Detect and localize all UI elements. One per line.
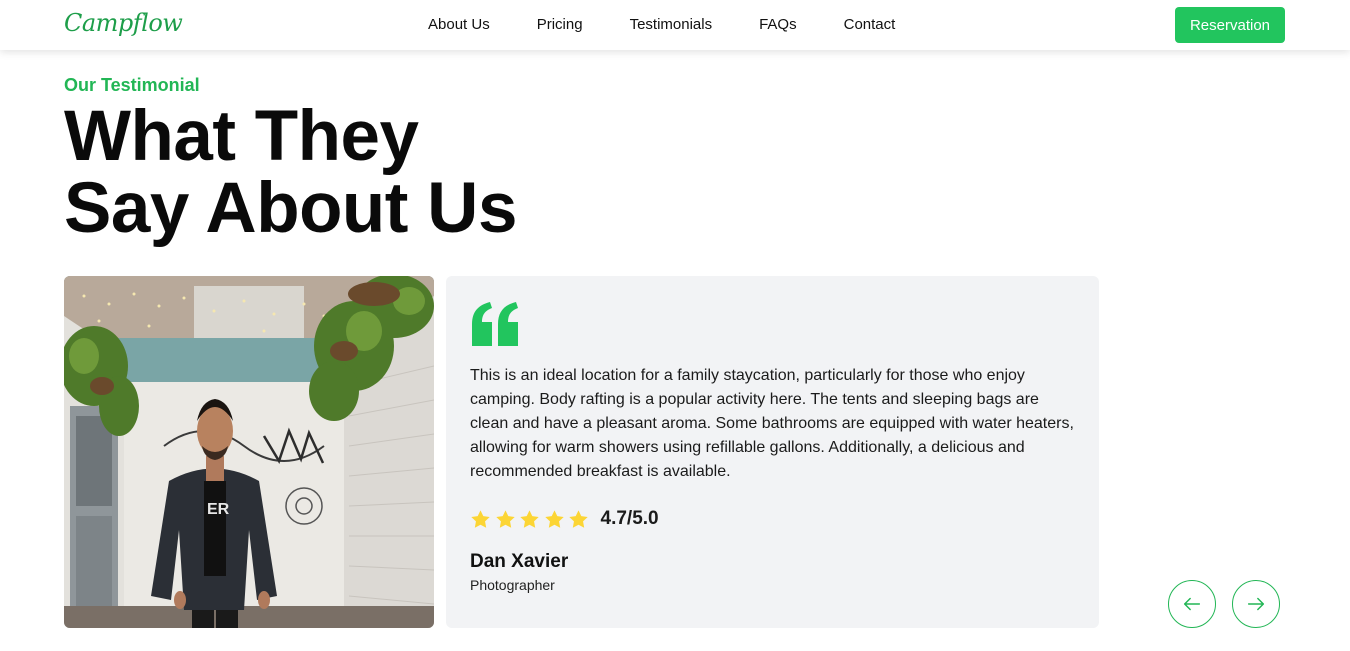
reservation-button[interactable]: Reservation: [1175, 7, 1285, 43]
nav-menu: About Us Pricing Testimonials FAQs Conta…: [428, 16, 895, 33]
nav-item-contact[interactable]: Contact: [844, 16, 896, 33]
next-testimonial-button[interactable]: [1232, 580, 1280, 628]
testimonial-card: This is an ideal location for a family s…: [446, 276, 1099, 628]
arrow-left-icon: [1183, 597, 1201, 611]
section-title: What They Say About Us: [64, 101, 624, 245]
previous-testimonial-button[interactable]: [1168, 580, 1216, 628]
nav-item-about-us[interactable]: About Us: [428, 16, 490, 33]
brand-logo[interactable]: Campflow: [64, 9, 183, 37]
star-icon: [544, 509, 564, 528]
star-icon: [520, 509, 539, 528]
star-icon: [569, 509, 588, 528]
star-icon: [471, 509, 490, 528]
testimonial-photo: ER: [64, 276, 434, 628]
arrow-right-icon: [1247, 597, 1265, 611]
section-title-line2: Say About Us: [64, 169, 517, 248]
nav-item-testimonials[interactable]: Testimonials: [630, 16, 713, 33]
author-name: Dan Xavier: [470, 551, 569, 572]
section-eyebrow: Our Testimonial: [64, 75, 200, 95]
section-title-line1: What They: [64, 97, 419, 176]
navbar: Campflow About Us Pricing Testimonials F…: [0, 0, 1350, 50]
nav-item-faqs[interactable]: FAQs: [759, 16, 797, 33]
rating: 4.7/5.0: [470, 508, 659, 530]
quote-icon: [472, 302, 518, 346]
nav-item-pricing[interactable]: Pricing: [537, 16, 583, 33]
svg-text:ER: ER: [207, 501, 230, 518]
testimonial-text: This is an ideal location for a family s…: [470, 367, 1074, 480]
star-icon: [495, 509, 515, 528]
rating-value: 4.7/5.0: [600, 508, 659, 529]
author-role: Photographer: [470, 577, 555, 593]
